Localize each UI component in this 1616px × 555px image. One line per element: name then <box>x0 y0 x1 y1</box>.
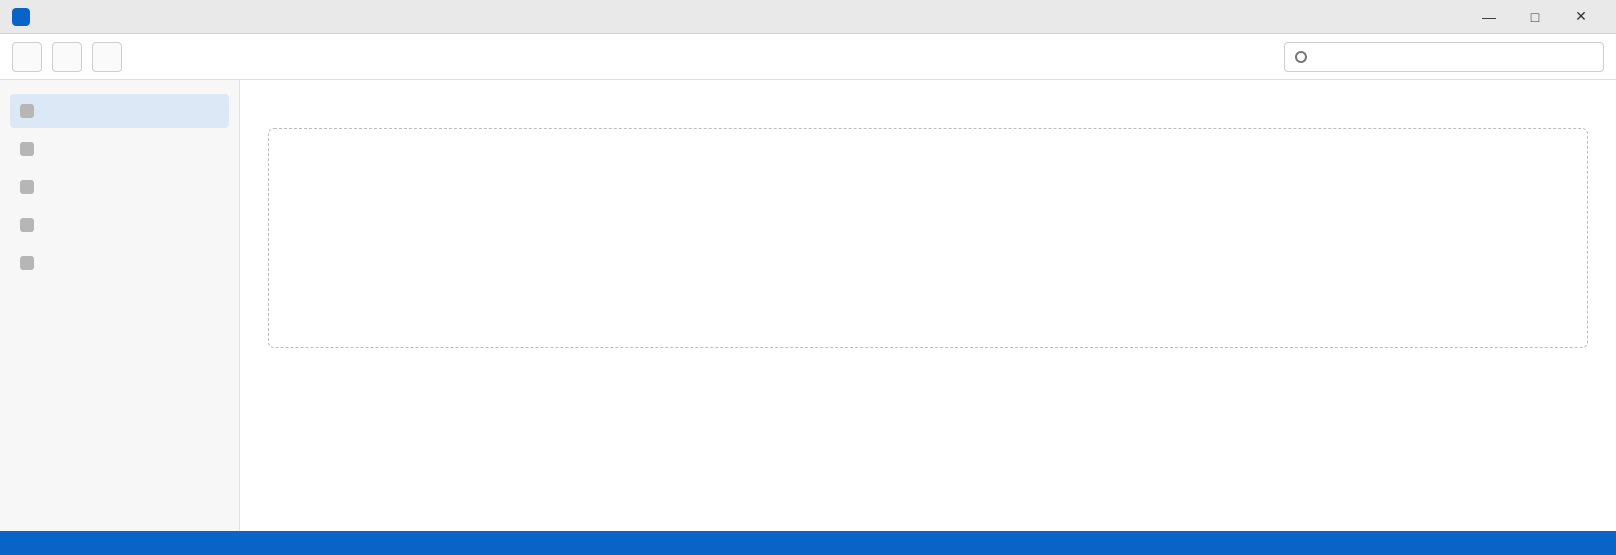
sidebar-item-5[interactable] <box>10 246 229 280</box>
sidebar-item-4[interactable] <box>10 208 229 242</box>
content-placeholder <box>268 128 1588 348</box>
item-icon <box>20 104 34 118</box>
item-icon <box>20 218 34 232</box>
sidebar-item-2[interactable] <box>10 132 229 166</box>
sidebar-item-3[interactable] <box>10 170 229 204</box>
app-icon <box>12 7 30 26</box>
item-icon <box>20 180 34 194</box>
close-button[interactable]: ✕ <box>1558 0 1604 34</box>
sidebar-item-1[interactable] <box>10 94 229 128</box>
title-bar: — □ ✕ <box>0 0 1616 34</box>
toolbar <box>0 34 1616 80</box>
item-icon <box>20 142 34 156</box>
search-icon <box>1295 50 1307 63</box>
minimize-button[interactable]: — <box>1466 0 1512 34</box>
search-input[interactable] <box>1315 49 1593 64</box>
toolbar-button-3[interactable] <box>92 41 122 72</box>
search-box[interactable] <box>1284 41 1604 72</box>
item-icon <box>20 256 34 270</box>
status-bar <box>0 531 1616 555</box>
main-panel <box>240 80 1616 531</box>
maximize-button[interactable]: □ <box>1512 0 1558 34</box>
sidebar <box>0 80 240 531</box>
app-window: — □ ✕ <box>0 0 1616 555</box>
toolbar-button-1[interactable] <box>12 41 42 72</box>
toolbar-button-2[interactable] <box>52 41 82 72</box>
content-area <box>0 80 1616 531</box>
